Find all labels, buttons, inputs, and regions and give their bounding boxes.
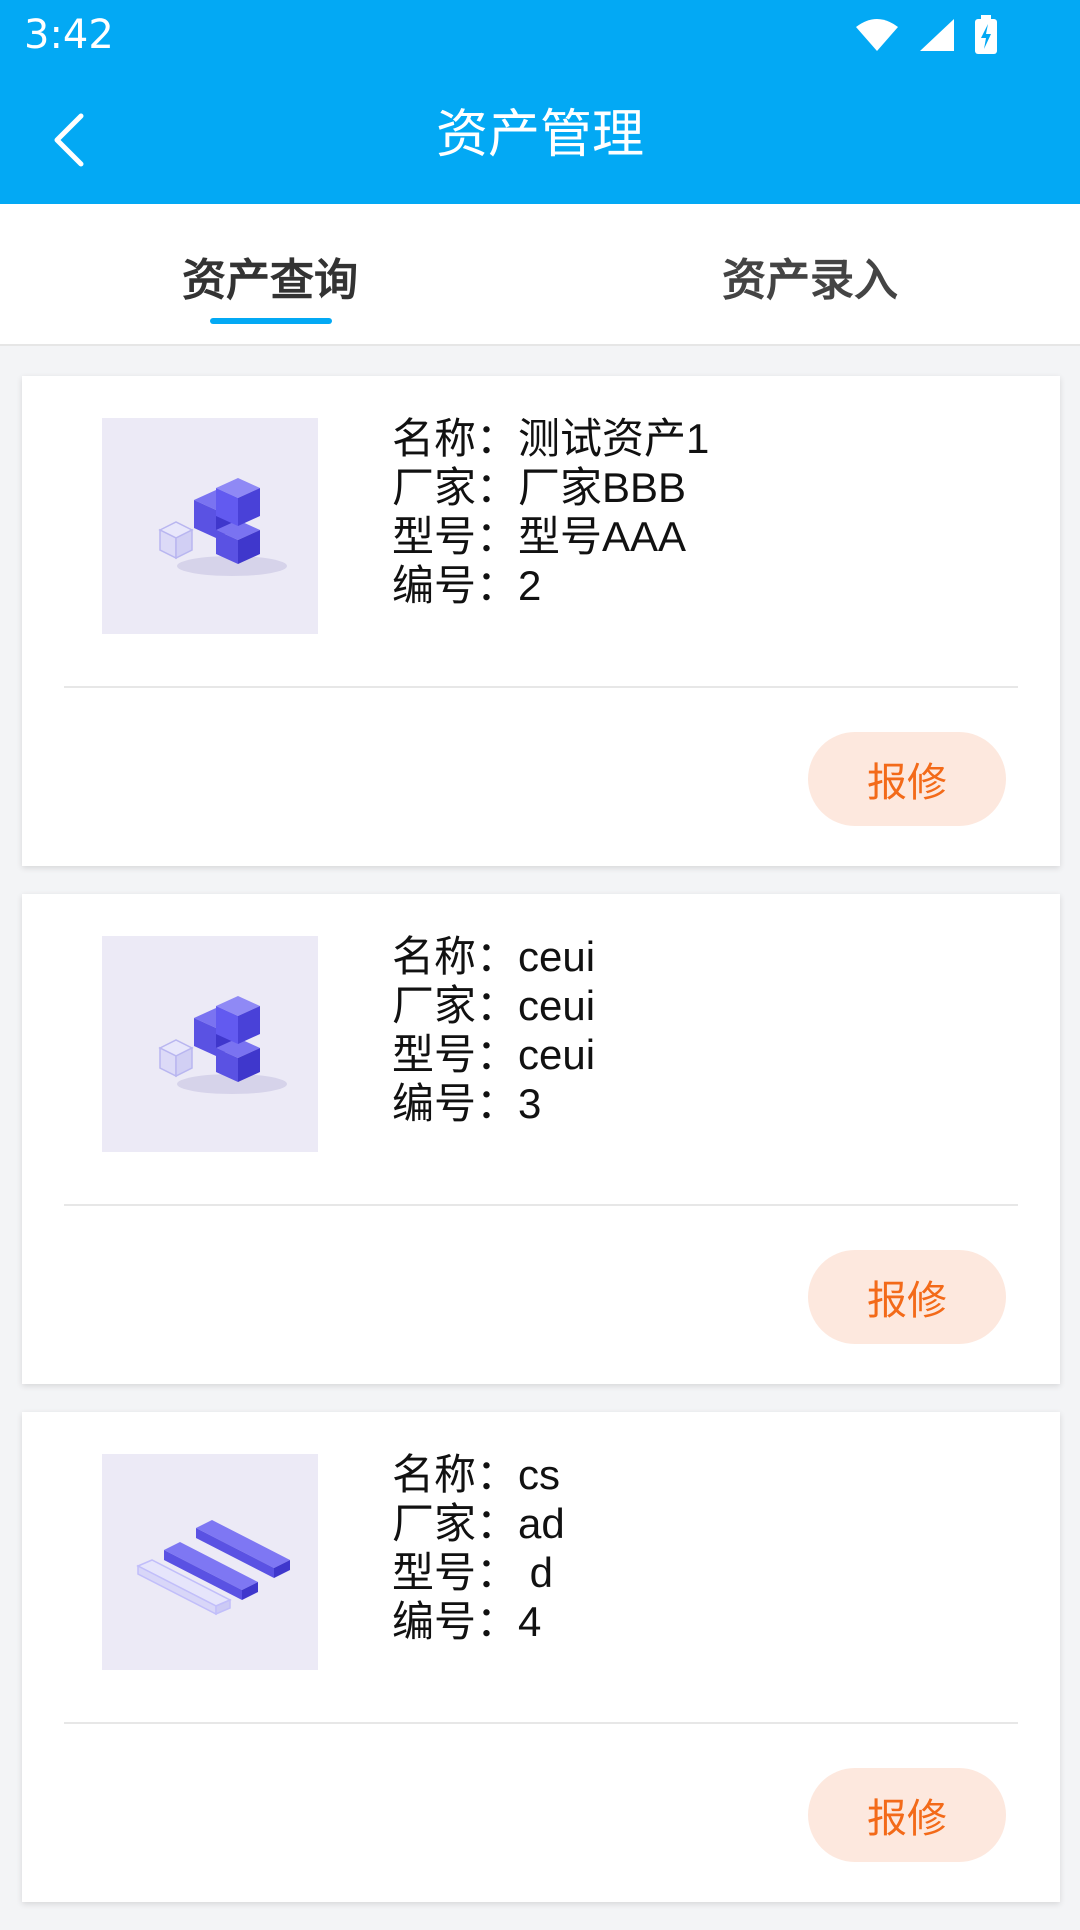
repair-button[interactable]: 报修 [808, 732, 1006, 826]
asset-name: 测试资产1 [518, 415, 710, 462]
asset-model-row: 型号：型号AAA [392, 512, 709, 561]
asset-info: 名称：ceui 厂家：ceui 型号：ceui 编号：3 [392, 932, 595, 1128]
page-title: 资产管理 [435, 105, 644, 165]
code-label: 编号： [392, 1080, 519, 1127]
card-divider [64, 1204, 1018, 1206]
asset-image [102, 1454, 318, 1670]
name-label: 名称： [392, 415, 519, 462]
asset-name-row: 名称：测试资产1 [392, 414, 709, 463]
asset-image [102, 418, 318, 634]
model-label: 型号： [392, 1031, 519, 1078]
repair-button[interactable]: 报修 [808, 1768, 1006, 1862]
wifi-icon [856, 19, 898, 51]
asset-code: 3 [518, 1080, 542, 1127]
name-label: 名称： [392, 1451, 519, 1498]
asset-code-row: 编号：3 [392, 1079, 595, 1128]
asset-code-row: 编号：2 [392, 561, 709, 610]
signal-icon [920, 19, 954, 51]
app-bar: 3:42 资产管理 [0, 0, 1080, 204]
asset-name-row: 名称：cs [392, 1450, 565, 1499]
asset-image [102, 936, 318, 1152]
asset-name: ceui [518, 933, 596, 980]
asset-maker-row: 厂家：厂家BBB [392, 463, 709, 512]
asset-maker-row: 厂家：ceui [392, 981, 595, 1030]
asset-code: 2 [518, 562, 542, 609]
model-label: 型号： [392, 1549, 519, 1596]
asset-maker: ceui [518, 982, 596, 1029]
asset-code-row: 编号：4 [392, 1597, 565, 1646]
asset-card[interactable]: 名称：cs 厂家：ad 型号： d 编号：4 报修 [22, 1412, 1060, 1902]
card-divider [64, 1722, 1018, 1724]
asset-maker: 厂家BBB [518, 464, 687, 511]
asset-model-row: 型号： d [392, 1548, 565, 1597]
tab-asset-query[interactable]: 资产查询 [0, 244, 540, 308]
tab-asset-entry[interactable]: 资产录入 [540, 244, 1080, 308]
asset-list: 名称：测试资产1 厂家：厂家BBB 型号：型号AAA 编号：2 报修 名称：ce… [22, 376, 1060, 1930]
name-label: 名称： [392, 933, 519, 980]
asset-model: d [518, 1549, 554, 1596]
asset-info: 名称：测试资产1 厂家：厂家BBB 型号：型号AAA 编号：2 [392, 414, 709, 610]
battery-icon [975, 15, 997, 54]
code-label: 编号： [392, 1598, 519, 1645]
asset-maker-row: 厂家：ad [392, 1499, 565, 1548]
status-icons [854, 14, 998, 56]
code-label: 编号： [392, 562, 519, 609]
asset-model: 型号AAA [518, 513, 687, 560]
asset-model: ceui [518, 1031, 596, 1078]
asset-model-row: 型号：ceui [392, 1030, 595, 1079]
asset-card[interactable]: 名称：ceui 厂家：ceui 型号：ceui 编号：3 报修 [22, 894, 1060, 1384]
repair-button[interactable]: 报修 [808, 1250, 1006, 1344]
maker-label: 厂家： [392, 982, 519, 1029]
asset-info: 名称：cs 厂家：ad 型号： d 编号：4 [392, 1450, 565, 1646]
asset-name: cs [518, 1451, 561, 1498]
asset-card[interactable]: 名称：测试资产1 厂家：厂家BBB 型号：型号AAA 编号：2 报修 [22, 376, 1060, 866]
status-time: 3:42 [24, 12, 114, 58]
tab-indicator [210, 318, 332, 324]
model-label: 型号： [392, 513, 519, 560]
maker-label: 厂家： [392, 464, 519, 511]
asset-code: 4 [518, 1598, 542, 1645]
maker-label: 厂家： [392, 1500, 519, 1547]
asset-maker: ad [518, 1500, 565, 1547]
asset-name-row: 名称：ceui [392, 932, 595, 981]
tab-bar: 资产查询 资产录入 [0, 204, 1080, 346]
card-divider [64, 686, 1018, 688]
